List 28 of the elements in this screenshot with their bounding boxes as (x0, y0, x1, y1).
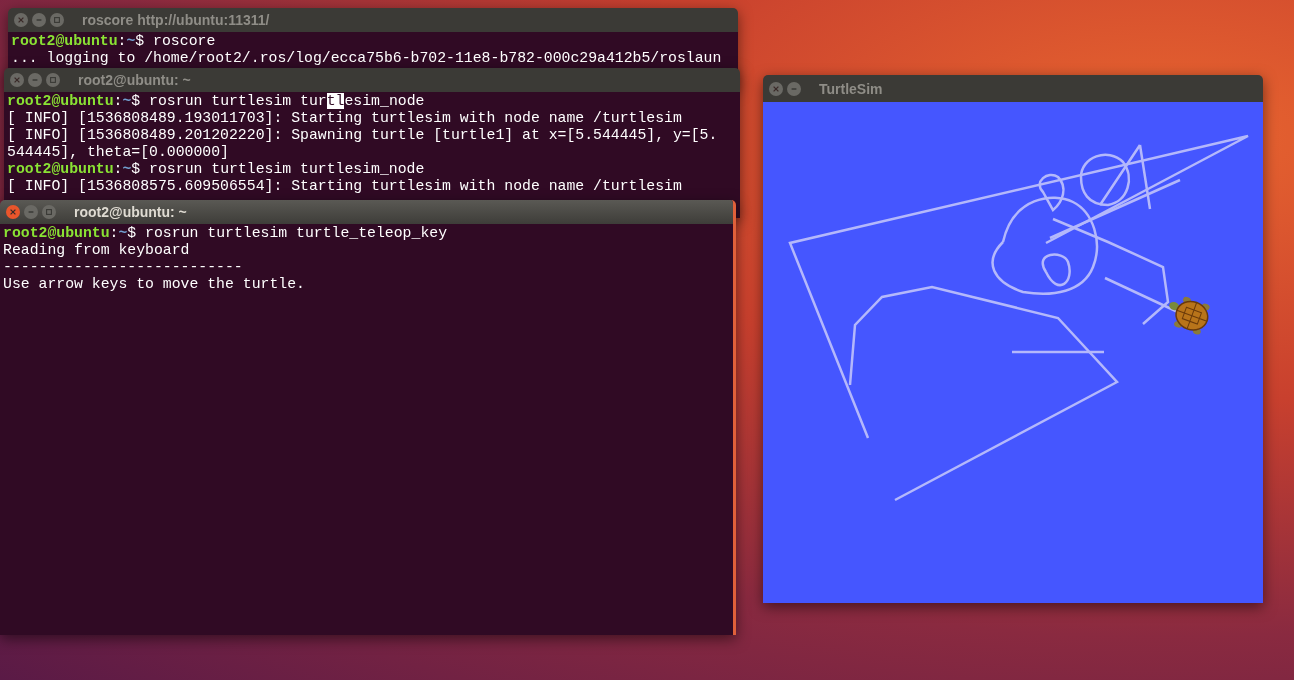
terminal-line: root2@ubuntu:~$ rosrun turtlesim turtle_teleop_key (3, 225, 449, 242)
minimize-icon[interactable] (32, 13, 46, 27)
minimize-icon[interactable] (24, 205, 38, 219)
close-icon[interactable] (6, 205, 20, 219)
window-title: TurtleSim (819, 80, 883, 97)
turtle-icon (1169, 296, 1210, 335)
terminal-line: Reading from keyboard (3, 242, 191, 259)
close-icon[interactable] (10, 73, 24, 87)
terminal-line: Use arrow keys to move the turtle. (3, 276, 306, 293)
close-icon[interactable] (14, 13, 28, 27)
window-title: roscore http://ubuntu:11311/ (82, 12, 270, 28)
maximize-icon[interactable] (42, 205, 56, 219)
terminal-line: [ INFO] [1536808489.193011703]: Starting turtlesim with node name /turtlesim (7, 110, 683, 127)
minimize-icon[interactable] (28, 73, 42, 87)
terminal-line: ... logging to /home/root2/.ros/log/ecca75b6-b702-11e8-b782-000c29a412b5/roslaun (11, 50, 723, 67)
terminal-line: [ INFO] [1536808575.609506554]: Starting turtlesim with node name /turtlesim (7, 178, 683, 195)
close-icon[interactable] (769, 81, 783, 96)
terminal-line: --------------------------- (3, 259, 244, 276)
maximize-icon[interactable] (50, 13, 64, 27)
window-title: root2@ubuntu: ~ (78, 72, 191, 88)
terminal-line: 544445], theta=[0.000000] (7, 144, 230, 161)
window-title: root2@ubuntu: ~ (74, 204, 187, 220)
terminal-line: root2@ubuntu:~$ roscore (11, 33, 217, 50)
terminal-line: root2@ubuntu:~$ rosrun turtlesim turtlesim_node (7, 161, 426, 178)
minimize-icon[interactable] (787, 81, 801, 96)
terminal-line: root2@ubuntu:~$ rosrun turtlesim turtlesim_node (7, 93, 426, 110)
maximize-icon[interactable] (46, 73, 60, 87)
terminal-line: [ INFO] [1536808489.201202220]: Spawning turtle [turtle1] at x=[5.544445], y=[5. (7, 127, 719, 144)
